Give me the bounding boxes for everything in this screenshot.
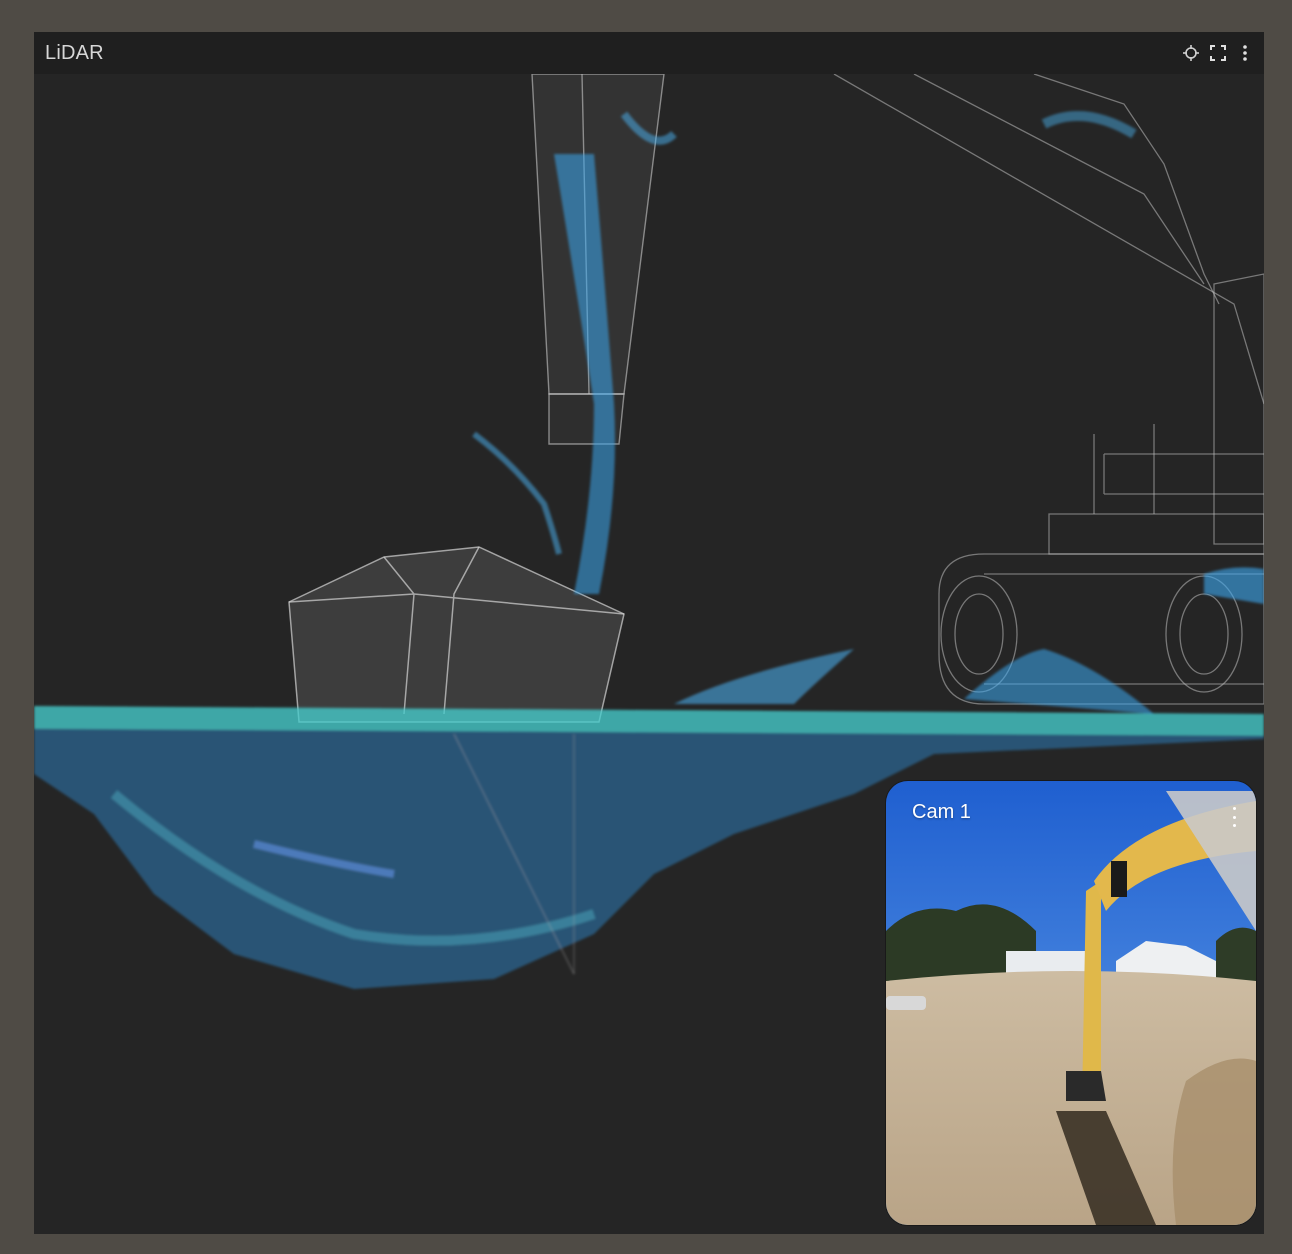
- menu-dot: [1232, 824, 1236, 827]
- more-menu-icon[interactable]: [1236, 44, 1254, 62]
- fullscreen-icon[interactable]: [1209, 44, 1227, 62]
- camera-image: [886, 781, 1256, 1225]
- menu-dot: [1232, 815, 1236, 819]
- excavator-wireframe: [833, 74, 1264, 705]
- camera-feed-cam1[interactable]: Cam 1: [886, 781, 1256, 1225]
- camera-title: Cam 1: [912, 801, 971, 823]
- lidar-panel: LiDAR Cam 1: [34, 32, 1264, 1234]
- lidar-panel-header: LiDAR: [34, 32, 1264, 74]
- excavator-bucket-wireframe: [288, 546, 625, 723]
- panel-title: LiDAR: [45, 41, 104, 64]
- header-toolbar: [1182, 44, 1254, 62]
- camera-menu-icon[interactable]: [1230, 807, 1238, 827]
- menu-dot: [1232, 807, 1236, 810]
- recenter-icon[interactable]: [1182, 44, 1200, 62]
